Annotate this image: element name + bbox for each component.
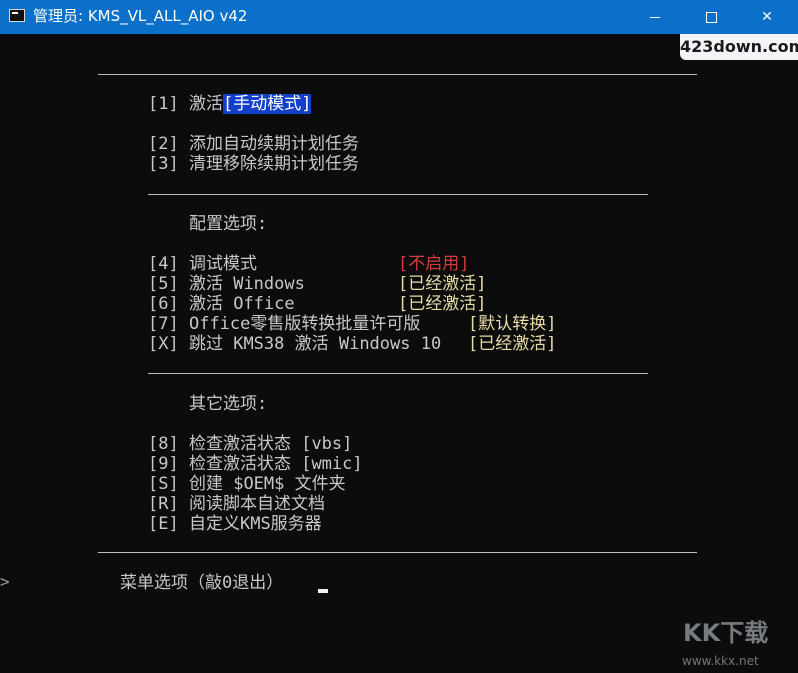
menu-item-label: 清理移除续期计划任务 <box>188 154 359 174</box>
minimize-icon <box>650 16 660 18</box>
menu-item-custom-kms: [E] 自定义KMS服务器 <box>148 514 322 534</box>
menu-item-label: 添加自动续期计划任务 <box>188 134 359 154</box>
menu-item-activate-windows: [5] 激活 Windows <box>148 274 305 294</box>
text-cursor[interactable] <box>318 589 328 593</box>
menu-item-label: Office零售版转换批量许可版 <box>188 314 421 334</box>
menu-item-key: [S] <box>148 474 179 494</box>
menu-item-readme: [R] 阅读脚本自述文档 <box>148 494 325 514</box>
site-watermark-url: www.kkx.net <box>682 654 759 668</box>
menu-item-key: [4] <box>148 254 179 274</box>
menu-item-skip-kms38: [X] 跳过 KMS38 激活 Windows 10 <box>148 334 441 354</box>
title-bar[interactable]: 管理员: KMS_VL_ALL_AIO v42 ✕ <box>0 0 798 34</box>
status-windows: [已经激活] <box>398 274 487 294</box>
divider-top <box>98 74 697 75</box>
close-button[interactable]: ✕ <box>744 0 790 34</box>
other-options-header: 其它选项: <box>189 394 268 414</box>
maximize-icon <box>705 11 717 23</box>
menu-item-key: [E] <box>148 514 179 534</box>
menu-prompt: 菜单选项（敲0退出） <box>120 573 284 593</box>
menu-item-label: 检查激活状态 [wmic] <box>188 454 363 474</box>
menu-item-key: [9] <box>148 454 179 474</box>
status-kms38: [已经激活] <box>468 334 557 354</box>
menu-item-key: [7] <box>148 314 179 334</box>
menu-item-key: [3] <box>148 154 179 174</box>
menu-item-check-wmic: [9] 检查激活状态 [wmic] <box>148 454 363 474</box>
maximize-button[interactable] <box>688 0 734 34</box>
status-office: [已经激活] <box>398 294 487 314</box>
menu-item-add-task: [2] 添加自动续期计划任务 <box>148 134 359 154</box>
menu-item-key: [2] <box>148 134 179 154</box>
divider-bottom <box>98 552 697 553</box>
menu-item-label: 激活 Office <box>188 294 295 314</box>
menu-item-clear-task: [3] 清理移除续期计划任务 <box>148 154 359 174</box>
status-debug: [不启用] <box>398 254 470 274</box>
menu-item-check-vbs: [8] 检查激活状态 [vbs] <box>148 434 352 454</box>
menu-item-label: 激活 <box>188 94 223 114</box>
divider-config <box>148 194 648 195</box>
minimize-button[interactable] <box>632 0 678 34</box>
chevron-right-icon: > <box>0 572 10 591</box>
menu-item-key: [X] <box>148 334 179 354</box>
site-watermark-logo: KK下载 <box>683 619 769 647</box>
menu-item-activate-office: [6] 激活 Office <box>148 294 295 314</box>
menu-item-label: 激活 Windows <box>188 274 305 294</box>
status-office-convert: [默认转换] <box>468 314 557 334</box>
menu-item-key: [5] <box>148 274 179 294</box>
menu-item-label: 跳过 KMS38 激活 Windows 10 <box>188 334 442 354</box>
menu-item-label: 阅读脚本自述文档 <box>188 494 325 514</box>
menu-item-activate: [1] 激活[手动模式] <box>148 94 312 114</box>
menu-item-key: [8] <box>148 434 179 454</box>
menu-item-label: 检查激活状态 [vbs] <box>188 434 353 454</box>
menu-item-label: 自定义KMS服务器 <box>188 514 322 534</box>
console-icon <box>9 9 25 22</box>
menu-item-debug: [4] 调试模式 <box>148 254 257 274</box>
menu-item-key: [6] <box>148 294 179 314</box>
menu-item-create-oem: [S] 创建 $OEM$ 文件夹 <box>148 474 346 494</box>
close-icon: ✕ <box>761 9 773 25</box>
menu-item-key: [1] <box>148 94 179 114</box>
menu-item-office-convert: [7] Office零售版转换批量许可版 <box>148 314 420 334</box>
site-watermark-top: 423down.com <box>680 34 798 60</box>
menu-item-label: 调试模式 <box>188 254 257 274</box>
menu-item-label: 创建 $OEM$ 文件夹 <box>188 474 346 494</box>
config-options-header: 配置选项: <box>189 214 268 234</box>
manual-mode-highlight: [手动模式] <box>222 94 312 114</box>
divider-other <box>148 373 648 374</box>
window-title: 管理员: KMS_VL_ALL_AIO v42 <box>33 7 248 25</box>
menu-item-key: [R] <box>148 494 179 514</box>
